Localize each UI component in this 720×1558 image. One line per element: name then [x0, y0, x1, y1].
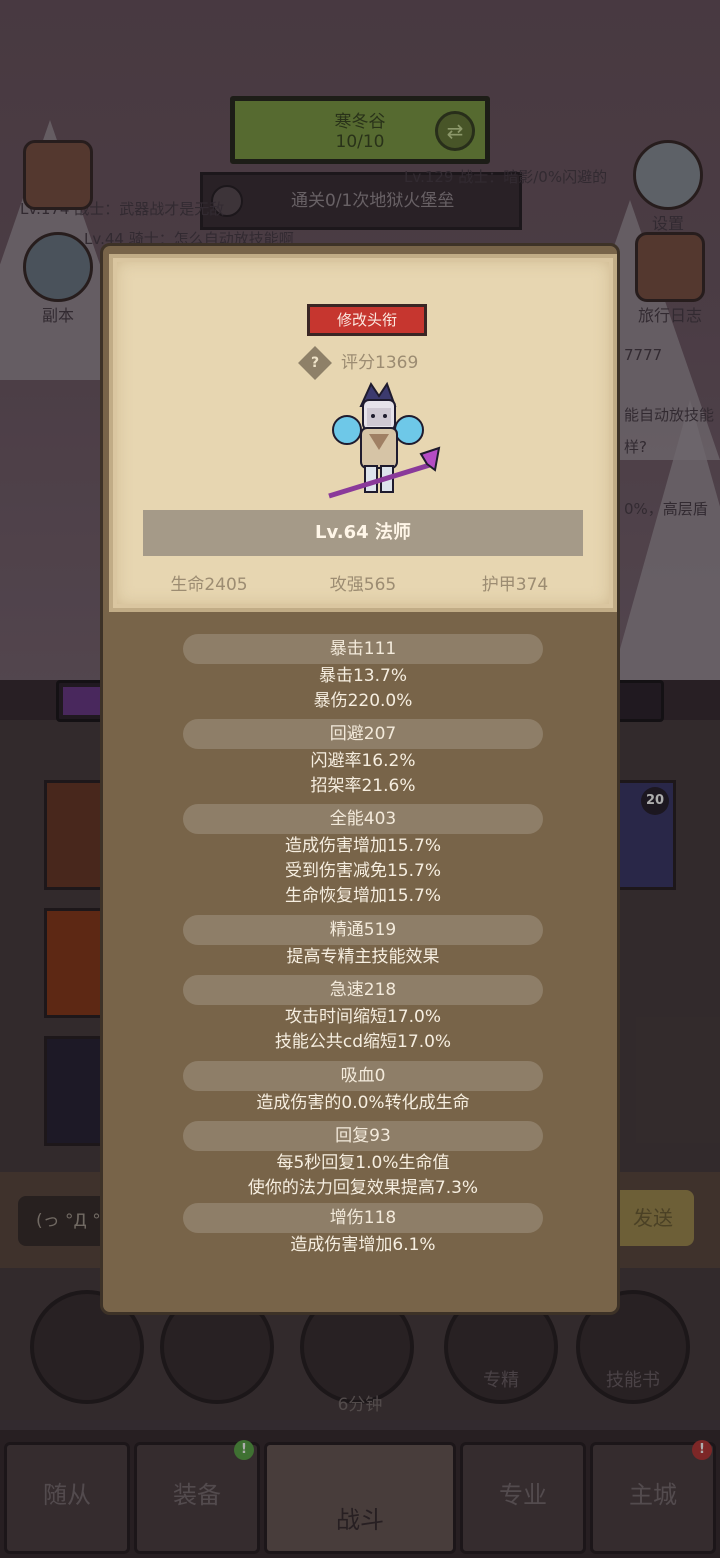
stat-detail: 生命恢复增加15.7%: [284, 886, 441, 906]
stat-header: 暴击111: [183, 634, 543, 664]
stat-detail: 使你的法力回复效果提高7.3%: [247, 1178, 479, 1198]
level-class-banner: Lv.64 法师: [143, 510, 583, 556]
help-icon[interactable]: ?: [298, 346, 332, 380]
stat-detail: 闪避率16.2%: [310, 751, 416, 771]
stat-detail: 提高专精主技能效果: [286, 947, 440, 967]
stat-header: 回复93: [183, 1121, 543, 1151]
stat-detail: 造成伤害增加15.7%: [284, 836, 441, 856]
stat-header: 全能403: [183, 804, 543, 834]
stat-header: 回避207: [183, 719, 543, 749]
stat-header: 增伤118: [183, 1203, 543, 1233]
stat-header: 精通519: [183, 915, 543, 945]
stat-detail: 招架率21.6%: [310, 776, 416, 796]
stat-detail: 攻击时间缩短17.0%: [284, 1007, 441, 1027]
attack-stat: 攻强565: [329, 575, 397, 595]
score-value: 评分1369: [341, 353, 419, 373]
stat-detail: 暴击13.7%: [318, 666, 407, 686]
character-stats-modal: 修改头衔 ? 评分1369 Lv.64 法师 生命2405 攻强565 护甲37…: [100, 243, 620, 1315]
mage-character-sprite: [328, 381, 441, 499]
stat-detail: 技能公共cd缩短17.0%: [274, 1032, 452, 1052]
stat-detail: 造成伤害增加6.1%: [290, 1235, 436, 1255]
hp-stat: 生命2405: [170, 575, 248, 595]
stat-header: 吸血0: [183, 1061, 543, 1091]
stat-detail: 造成伤害的0.0%转化成生命: [256, 1093, 470, 1113]
stat-detail: 每5秒回复1.0%生命值: [276, 1153, 450, 1173]
stat-detail: 受到伤害减免15.7%: [284, 861, 441, 881]
score-row: ? 评分1369: [298, 346, 463, 380]
stat-detail: 暴伤220.0%: [313, 691, 413, 711]
character-card: 修改头衔 ? 评分1369 Lv.64 法师 生命2405 攻强565 护甲37…: [109, 254, 617, 612]
rename-title-button[interactable]: 修改头衔: [307, 304, 427, 336]
stat-header: 急速218: [183, 975, 543, 1005]
armor-stat: 护甲374: [481, 575, 549, 595]
